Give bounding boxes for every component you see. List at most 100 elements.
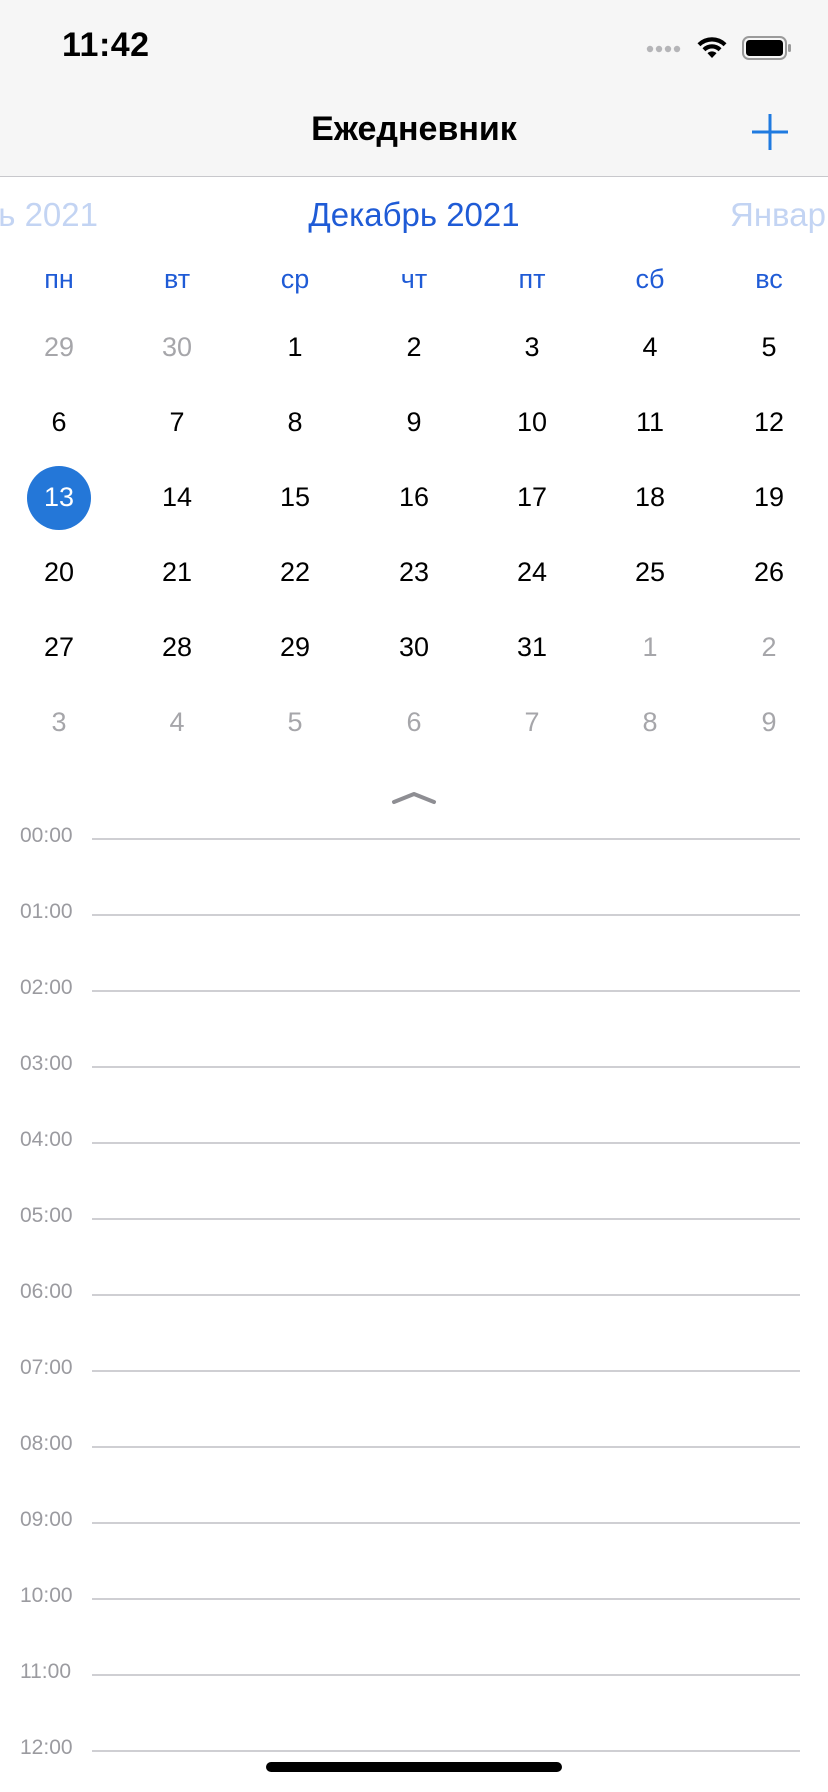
- day-cell[interactable]: 7: [118, 385, 236, 460]
- day-number: 14: [161, 482, 193, 512]
- chevron-up-icon: [392, 792, 436, 804]
- hour-divider: [92, 1674, 800, 1676]
- hour-row[interactable]: 03:00: [0, 1052, 828, 1086]
- calendar-day-grid: 29 30 1 2 3 4 5 6 7 8 9 10 11 12 13 14 15 16 17 18 19 20 21 22 2…: [0, 310, 828, 760]
- day-cell[interactable]: 8: [591, 685, 709, 760]
- day-cell[interactable]: 2: [355, 310, 473, 385]
- hour-divider: [92, 1066, 800, 1068]
- day-cell[interactable]: 5: [710, 310, 828, 385]
- day-number: 1: [287, 332, 303, 362]
- wifi-icon: [696, 36, 728, 65]
- hour-row[interactable]: 11:00: [0, 1660, 828, 1694]
- day-cell[interactable]: 17: [473, 460, 591, 535]
- hour-label: 12:00: [20, 1736, 73, 1759]
- hour-row[interactable]: 01:00: [0, 900, 828, 934]
- day-number: 4: [642, 332, 658, 362]
- day-number: 5: [761, 332, 777, 362]
- day-number: 30: [161, 332, 193, 362]
- day-cell[interactable]: 11: [591, 385, 709, 460]
- day-timeline[interactable]: 00:00 01:00 02:00 03:00 04:00 05:00 06:00 07:00…: [0, 820, 828, 1760]
- day-number: 26: [753, 557, 785, 587]
- collapse-calendar-button[interactable]: [390, 786, 438, 808]
- hour-row[interactable]: 06:00: [0, 1280, 828, 1314]
- day-number: 29: [43, 332, 75, 362]
- day-cell[interactable]: 26: [710, 535, 828, 610]
- day-cell[interactable]: 4: [591, 310, 709, 385]
- status-icons: [646, 34, 792, 66]
- hour-label: 11:00: [20, 1660, 71, 1683]
- day-number: 8: [642, 707, 658, 737]
- day-cell[interactable]: 8: [236, 385, 354, 460]
- day-number: 16: [398, 482, 430, 512]
- day-number: 22: [279, 557, 311, 587]
- day-cell[interactable]: 6: [355, 685, 473, 760]
- hour-label: 10:00: [20, 1584, 73, 1607]
- hour-row[interactable]: 02:00: [0, 976, 828, 1010]
- day-cell[interactable]: 14: [118, 460, 236, 535]
- day-cell[interactable]: 28: [118, 610, 236, 685]
- day-cell[interactable]: 6: [0, 385, 118, 460]
- weekday-label: вс: [755, 264, 783, 294]
- day-cell[interactable]: 21: [118, 535, 236, 610]
- hour-row[interactable]: 05:00: [0, 1204, 828, 1238]
- day-cell[interactable]: 9: [355, 385, 473, 460]
- home-indicator[interactable]: [266, 1762, 562, 1772]
- day-cell[interactable]: 3: [0, 685, 118, 760]
- day-number: 2: [761, 632, 777, 662]
- day-number: 2: [406, 332, 422, 362]
- day-cell[interactable]: 1: [236, 310, 354, 385]
- day-cell[interactable]: 23: [355, 535, 473, 610]
- day-cell[interactable]: 25: [591, 535, 709, 610]
- day-cell[interactable]: 7: [473, 685, 591, 760]
- day-cell[interactable]: 9: [710, 685, 828, 760]
- day-cell[interactable]: 19: [710, 460, 828, 535]
- day-cell[interactable]: 31: [473, 610, 591, 685]
- day-cell[interactable]: 30: [118, 310, 236, 385]
- selected-day-cell[interactable]: 13: [0, 460, 118, 535]
- hour-row[interactable]: 00:00: [0, 824, 828, 858]
- day-cell[interactable]: 29: [236, 610, 354, 685]
- day-number: 23: [398, 557, 430, 587]
- current-month-label: Декабрь 2021: [308, 196, 520, 233]
- day-cell[interactable]: 3: [473, 310, 591, 385]
- hour-row[interactable]: 08:00: [0, 1432, 828, 1466]
- day-cell[interactable]: 15: [236, 460, 354, 535]
- day-cell[interactable]: 2: [710, 610, 828, 685]
- day-cell[interactable]: 4: [118, 685, 236, 760]
- day-cell[interactable]: 22: [236, 535, 354, 610]
- day-cell[interactable]: 1: [591, 610, 709, 685]
- day-number: 6: [406, 707, 422, 737]
- hour-label: 09:00: [20, 1508, 73, 1531]
- next-month-label[interactable]: Январь: [730, 196, 828, 234]
- add-event-button[interactable]: [746, 108, 794, 156]
- month-switcher[interactable]: ь 2021 Декабрь 2021 Январь: [0, 196, 828, 246]
- day-cell[interactable]: 30: [355, 610, 473, 685]
- top-bar: 11:42 Ежедневник: [0, 0, 828, 177]
- hour-label: 05:00: [20, 1204, 73, 1227]
- day-number: 9: [761, 707, 777, 737]
- day-cell[interactable]: 20: [0, 535, 118, 610]
- day-cell[interactable]: 27: [0, 610, 118, 685]
- hour-row[interactable]: 10:00: [0, 1584, 828, 1618]
- hour-divider: [92, 1294, 800, 1296]
- day-number: 4: [169, 707, 185, 737]
- weekday-label: чт: [400, 264, 428, 294]
- hour-label: 04:00: [20, 1128, 73, 1151]
- hour-row[interactable]: 07:00: [0, 1356, 828, 1390]
- day-cell[interactable]: 10: [473, 385, 591, 460]
- hour-divider: [92, 1142, 800, 1144]
- day-cell[interactable]: 5: [236, 685, 354, 760]
- signal-dots-icon: [646, 41, 682, 59]
- day-cell[interactable]: 16: [355, 460, 473, 535]
- hour-row[interactable]: 04:00: [0, 1128, 828, 1162]
- day-cell[interactable]: 18: [591, 460, 709, 535]
- day-cell[interactable]: 24: [473, 535, 591, 610]
- weekday-label: вт: [163, 264, 191, 294]
- day-number: 12: [753, 407, 785, 437]
- planner-screen: 11:42 Ежедневник ь 2021 Декабрь 2021 Янв…: [0, 0, 828, 1792]
- day-cell[interactable]: 29: [0, 310, 118, 385]
- day-cell[interactable]: 12: [710, 385, 828, 460]
- day-number: 5: [287, 707, 303, 737]
- hour-row[interactable]: 09:00: [0, 1508, 828, 1542]
- day-number: 7: [524, 707, 540, 737]
